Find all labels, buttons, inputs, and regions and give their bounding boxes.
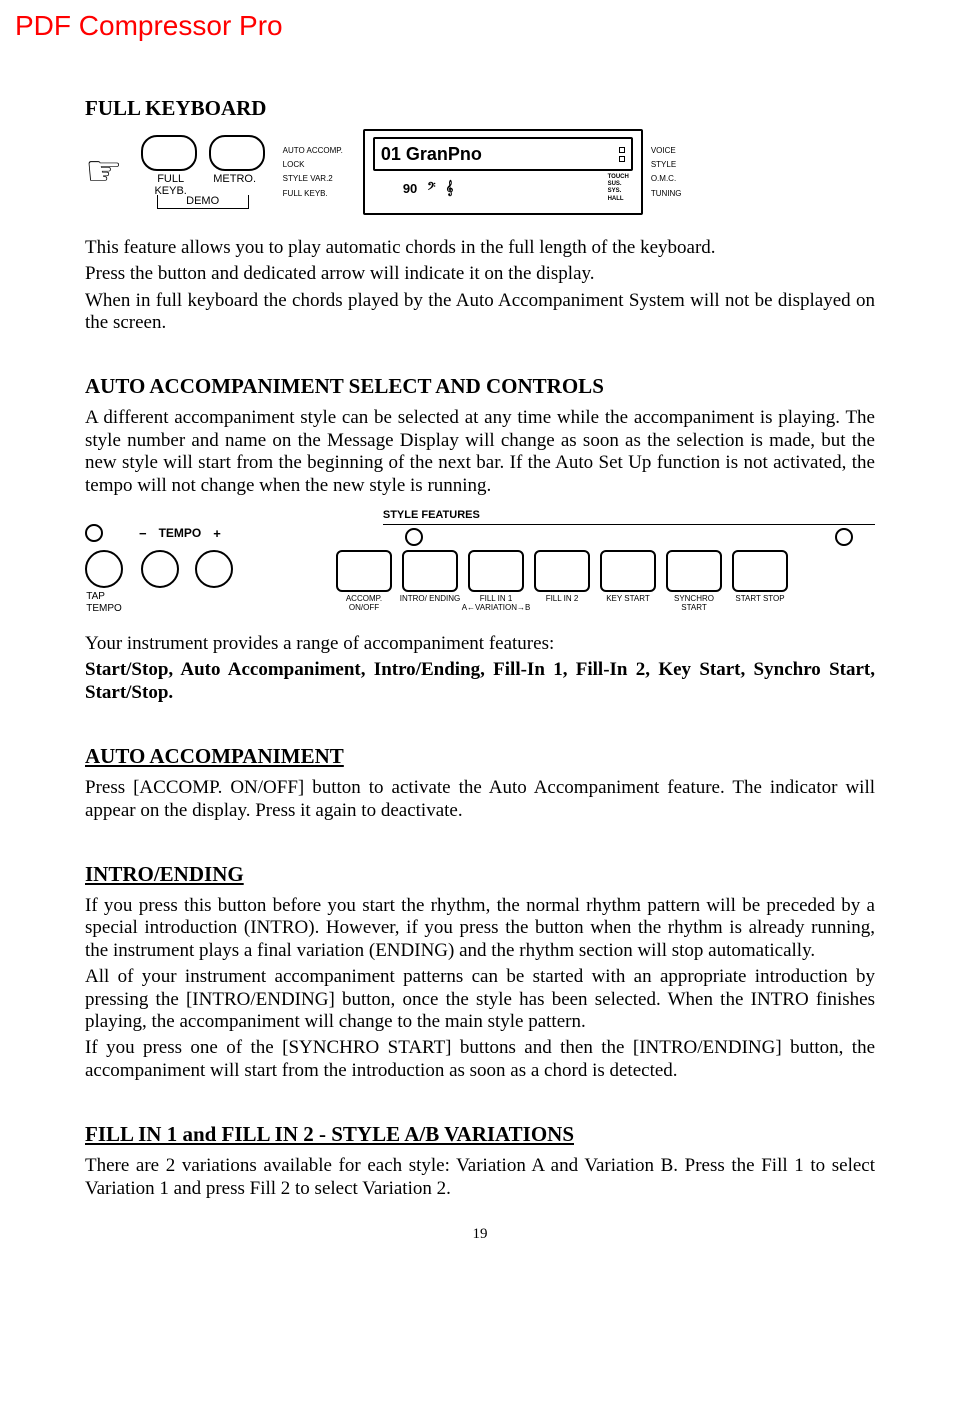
tempo-plus-label: +	[213, 526, 221, 541]
paragraph: This feature allows you to play automati…	[85, 237, 875, 259]
led-icon	[835, 528, 853, 546]
led-icon	[85, 524, 103, 542]
tempo-minus-label: −	[139, 526, 147, 541]
page-number: 19	[85, 1226, 875, 1243]
heading-fill-in: FILL IN 1 and FILL IN 2 - STYLE A/B VARI…	[85, 1122, 875, 1147]
tempo-label: TEMPO	[159, 526, 202, 540]
tempo-minus-button	[141, 550, 179, 588]
paragraph: Your instrument provides a range of acco…	[85, 633, 875, 655]
tap-tempo-label: TAPTEMPO	[86, 591, 122, 614]
bass-clef-icon: 𝄢	[427, 180, 435, 196]
style-features-label: STYLE FEATURES	[383, 509, 875, 521]
heading-full-keyboard: FULL KEYBOARD	[85, 96, 875, 121]
lcd-display: 01 GranPno 90 𝄢 𝄞 TOUCH SUS. SYS. HALL	[363, 129, 643, 215]
intro-ending-button	[402, 550, 458, 592]
paragraph: Press [ACCOMP. ON/OFF] button to activat…	[85, 777, 875, 822]
label-full-keyb: FULL KEYB.	[145, 173, 197, 197]
pointing-hand-icon: ☞	[85, 151, 123, 193]
lcd-left-labels: AUTO ACCOMP. LOCK STYLE VAR.2 FULL KEYB.	[283, 145, 343, 199]
figure-keyboard-display: ☞ FULL KEYB. METRO. DEMO AUTO ACCOMP. LO…	[85, 129, 875, 215]
paragraph: A different accompaniment style can be s…	[85, 407, 875, 497]
fill-in-2-button	[534, 550, 590, 592]
synchro-start-button	[666, 550, 722, 592]
led-icon	[405, 528, 423, 546]
key-start-button	[600, 550, 656, 592]
paragraph: If you press this button before you star…	[85, 895, 875, 962]
lcd-tempo-value: 90	[403, 181, 417, 196]
start-stop-button	[732, 550, 788, 592]
button-group: FULL KEYB. METRO. DEMO	[141, 135, 265, 209]
paragraph: There are 2 variations available for eac…	[85, 1155, 875, 1200]
lcd-right-labels: VOICE STYLE O.M.C. TUNING	[651, 145, 682, 199]
fill-in-1-button	[468, 550, 524, 592]
treble-clef-icon: 𝄞	[446, 180, 454, 196]
document-page: PDF Compressor Pro FULL KEYBOARD ☞ FULL …	[0, 0, 960, 1283]
heading-intro-ending: INTRO/ENDING	[85, 862, 875, 887]
lcd-voice-name: 01 GranPno	[381, 144, 482, 165]
feature-list: Start/Stop, Auto Accompaniment, Intro/En…	[85, 659, 875, 704]
paragraph: If you press one of the [SYNCHRO START] …	[85, 1037, 875, 1082]
full-keyb-button	[141, 135, 197, 171]
paragraph: All of your instrument accompaniment pat…	[85, 966, 875, 1033]
paragraph: Press the button and dedicated arrow wil…	[85, 263, 875, 285]
figure-style-features: − TEMPO + STYLE FEATURES TAPTEMPO	[85, 509, 875, 617]
label-metro: METRO.	[209, 173, 261, 197]
paragraph: When in full keyboard the chords played …	[85, 290, 875, 335]
heading-auto-accomp-select: AUTO ACCOMPANIMENT SELECT AND CONTROLS	[85, 374, 875, 399]
tempo-plus-button	[195, 550, 233, 588]
heading-auto-accompaniment: AUTO ACCOMPANIMENT	[85, 744, 875, 769]
pdf-compressor-watermark: PDF Compressor Pro	[15, 10, 875, 42]
metro-button	[209, 135, 265, 171]
label-demo: DEMO	[157, 195, 249, 209]
accomp-onoff-button	[336, 550, 392, 592]
tap-tempo-button	[85, 550, 123, 588]
